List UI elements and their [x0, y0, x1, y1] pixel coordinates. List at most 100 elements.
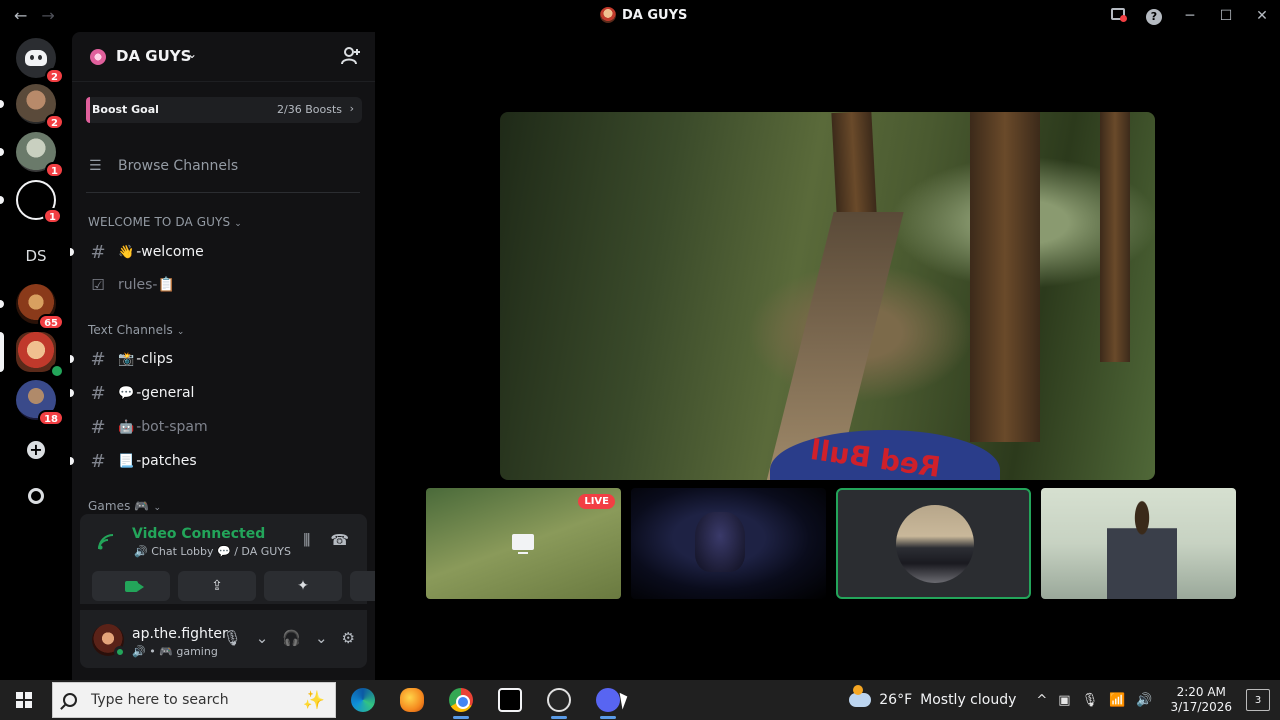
microphone-icon[interactable]: 🎙 [223, 629, 242, 647]
participant-video [1107, 500, 1177, 599]
mention-badge: 1 [43, 208, 62, 224]
server-icon-ds[interactable]: DS [16, 236, 56, 276]
server-icon-3[interactable]: 1 [16, 180, 62, 224]
boost-goal-bar[interactable]: Boost Goal 2/36 Boosts › [86, 97, 362, 123]
chevron-down-icon: ⌄ [153, 503, 162, 513]
invite-people-icon[interactable] [341, 46, 361, 66]
server-icon-5[interactable]: 65 [16, 284, 64, 330]
volume-icon[interactable]: 🔊 [1136, 693, 1152, 708]
headphones-icon[interactable]: 🎧 [282, 629, 301, 647]
signal-icon[interactable] [98, 534, 114, 550]
user-controls: 🎙 ⌄ 🎧 ⌄ ⚙ [223, 629, 355, 647]
channel-rules[interactable]: ☑ rules-📋 [86, 271, 362, 299]
channel-welcome[interactable]: # 👋 -welcome [70, 238, 362, 266]
channel-clips[interactable]: # 📸 -clips [70, 345, 362, 373]
server-icon-da-guys[interactable] [16, 332, 64, 378]
server-rail: 2 2 1 1 DS 65 18 + [0, 32, 72, 680]
hash-icon: # [90, 241, 106, 263]
capcut-app-icon[interactable] [491, 684, 529, 716]
edge-app-icon[interactable] [344, 684, 382, 716]
user-activity: 🔊 • 🎮 gaming [132, 645, 218, 658]
category-games[interactable]: Games 🎮 ⌄ [88, 499, 161, 513]
unread-pill [0, 148, 4, 156]
focused-stream-video[interactable]: Red Bull [500, 112, 1155, 480]
unread-pill [0, 300, 4, 308]
minimize-button[interactable]: ─ [1172, 8, 1208, 24]
participant-tile-stream[interactable]: LIVE [426, 488, 621, 599]
close-button[interactable]: ✕ [1244, 8, 1280, 24]
hash-icon: # [90, 450, 106, 472]
channel-name: rules-📋 [118, 277, 175, 293]
windows-taskbar: Type here to search ✨ 26°F Mostly cloudy… [0, 680, 1280, 720]
voice-channel-path[interactable]: 🔊 Chat Lobby 💬 / DA GUYS [134, 545, 291, 558]
unread-pill [0, 196, 4, 204]
chevron-down-icon[interactable]: ⌄ [256, 629, 269, 647]
windows-start-icon[interactable] [16, 692, 32, 708]
compass-icon [28, 488, 44, 504]
help-icon: ? [1146, 8, 1162, 25]
server-header[interactable]: DA GUYS ⌄ [72, 32, 375, 82]
back-arrow-icon[interactable]: ← [14, 6, 27, 25]
camera-button[interactable] [92, 571, 170, 601]
taskbar-search[interactable]: Type here to search ✨ [52, 682, 336, 718]
discover-button[interactable] [16, 476, 56, 516]
screen-share-icon [512, 534, 534, 554]
hash-icon: # [90, 416, 106, 438]
maximize-button[interactable]: ☐ [1208, 8, 1244, 24]
microphone-icon[interactable]: 🎙 [1082, 693, 1099, 708]
category-welcome[interactable]: WELCOME TO DA GUYS ⌄ [88, 215, 242, 229]
channel-bot-spam[interactable]: # 🤖 -bot-spam [86, 413, 362, 441]
mention-badge: 65 [38, 314, 64, 330]
unread-indicator [70, 355, 74, 363]
browse-channels[interactable]: ☰ Browse Channels [86, 154, 362, 178]
device-icon[interactable]: ▣ [1058, 693, 1070, 708]
fl-studio-app-icon[interactable] [393, 684, 431, 716]
wifi-icon[interactable]: 📶 [1109, 693, 1125, 708]
settings-gear-icon[interactable]: ⚙ [342, 629, 355, 647]
participant-avatar [896, 505, 974, 583]
voice-status[interactable]: Video Connected [132, 526, 265, 542]
noise-suppression-icon[interactable]: ⫼ [303, 531, 310, 549]
channel-name: -clips [136, 351, 173, 367]
weather-widget[interactable]: 26°F Mostly cloudy [849, 685, 1016, 708]
server-icon-1[interactable]: 2 [16, 84, 64, 130]
nav-buttons: ← → [14, 6, 55, 25]
channel-name: -bot-spam [136, 419, 208, 435]
chevron-down-icon[interactable]: ⌄ [315, 629, 328, 647]
category-label: Games 🎮 [88, 499, 150, 513]
channel-general[interactable]: # 💬 -general [70, 379, 362, 407]
boost-goal-label: Boost Goal [86, 97, 159, 123]
participant-tile-camera-1[interactable] [631, 488, 826, 599]
forward-arrow-icon[interactable]: → [41, 6, 54, 25]
activities-button[interactable]: ✦ [264, 571, 342, 601]
weather-temp: 26°F [879, 692, 913, 708]
clock[interactable]: 2:20 AM 3/17/2026 [1170, 685, 1232, 715]
participant-tile-camera-2[interactable] [1041, 488, 1236, 599]
category-text-channels[interactable]: Text Channels ⌄ [88, 323, 185, 337]
tray-overflow-icon[interactable]: ^ [1036, 693, 1047, 708]
help-button[interactable]: ? [1136, 8, 1172, 25]
boost-count: 2/36 Boosts [277, 103, 342, 116]
camera-icon [124, 580, 144, 592]
video-tree [1100, 112, 1130, 362]
avatar[interactable] [92, 624, 126, 658]
participant-tile-speaking[interactable] [836, 488, 1031, 599]
screen-share-button[interactable]: ⇪ [178, 571, 256, 601]
server-icon-7[interactable]: 18 [16, 380, 64, 426]
obs-app-icon[interactable] [540, 684, 578, 719]
channel-emoji: 👋 [118, 244, 135, 260]
voice-connection-panel: Video Connected 🔊 Chat Lobby 💬 / DA GUYS… [80, 514, 428, 604]
channel-patches[interactable]: # 📃 -patches [70, 447, 362, 475]
chrome-app-icon[interactable] [442, 684, 480, 719]
username[interactable]: ap.the.fighter [132, 626, 228, 642]
search-placeholder: Type here to search [91, 692, 229, 708]
disconnect-icon[interactable]: ☎ [330, 531, 349, 549]
notifications-icon[interactable]: 3 [1246, 689, 1270, 711]
add-server-button[interactable]: + [16, 430, 56, 470]
inbox-button[interactable] [1100, 8, 1136, 24]
channel-emoji: 💬 [118, 385, 135, 401]
mention-badge: 18 [38, 410, 64, 426]
server-icon-2[interactable]: 1 [16, 132, 64, 178]
tray-icons: ^ ▣ 🎙 📶 🔊 [1036, 693, 1152, 708]
home-button[interactable]: 2 [16, 38, 64, 84]
